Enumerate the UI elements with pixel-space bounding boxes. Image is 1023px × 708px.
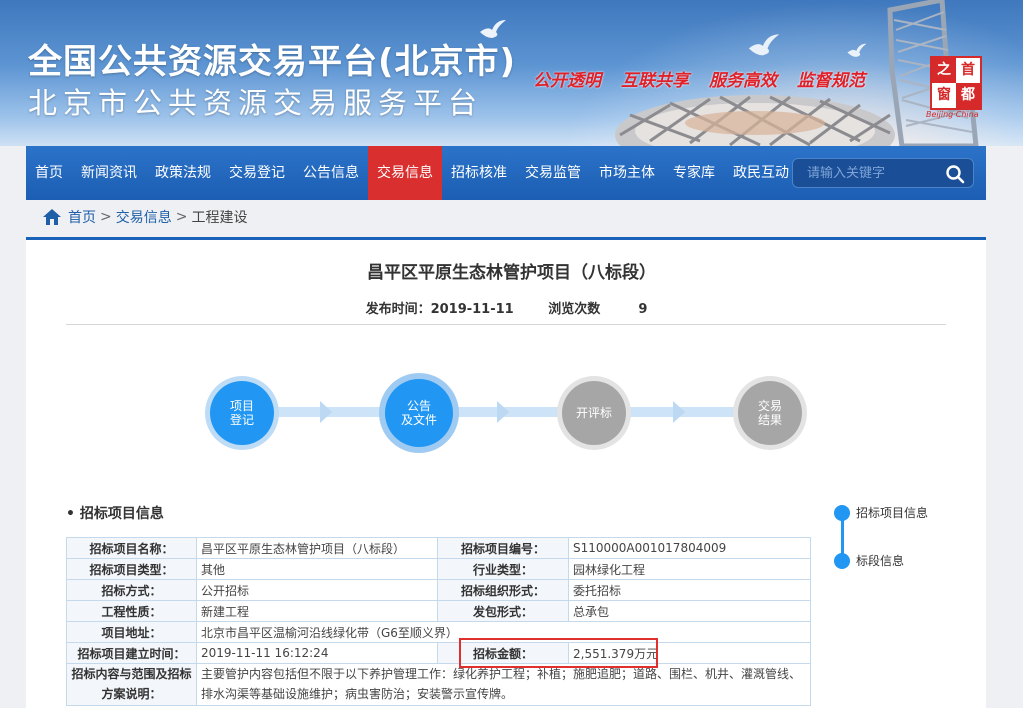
table-value: 其他	[196, 558, 438, 580]
table-label: 工程性质：	[66, 600, 197, 622]
project-info-table: 招标项目名称： 昌平区平原生态林管护项目（八标段） 招标项目编号： S11000…	[66, 537, 811, 706]
main-nav: 首页 新闻资讯 政策法规 交易登记 公告信息 交易信息 招标核准 交易监管 市场…	[26, 146, 986, 200]
table-row: 工程性质： 新建工程 发包形式： 总承包	[66, 600, 811, 622]
nav-item-policy[interactable]: 政策法规	[146, 146, 220, 200]
table-value: S110000A001017804009	[568, 537, 811, 559]
table-label: 行业类型：	[437, 558, 569, 580]
views-count: 9	[638, 302, 648, 317]
slogan: 互联共享	[621, 71, 689, 91]
nav-item-bid-approval[interactable]: 招标核准	[442, 146, 516, 200]
nav-item-experts[interactable]: 专家库	[664, 146, 724, 200]
seal-caption: Beijing·China	[926, 110, 979, 119]
amount-highlight-box	[459, 638, 658, 668]
breadcrumb-current: 工程建设	[191, 210, 248, 226]
table-row: 招标项目类型： 其他 行业类型： 园林绿化工程	[66, 558, 811, 580]
breadcrumb-trade-info[interactable]: 交易信息	[116, 207, 172, 227]
step-arrow-icon	[497, 401, 509, 423]
search-box	[792, 158, 974, 188]
table-row: 招标内容与范围及招标方案说明： 主要管护内容包括但不限于以下养护管理工作：绿化养…	[66, 663, 811, 706]
side-nav-label: 招标项目信息	[856, 506, 929, 520]
slogan: 公开透明	[533, 71, 601, 91]
side-nav-item-project-info[interactable]: 招标项目信息	[834, 504, 928, 521]
seal-char: 都	[956, 83, 980, 108]
breadcrumb-home[interactable]: 首页	[68, 207, 96, 227]
table-label: 招标组织形式：	[437, 579, 569, 601]
divider	[66, 324, 946, 325]
nav-item-supervision[interactable]: 交易监管	[516, 146, 590, 200]
slogans: 公开透明 互联共享 服务高效 监督规范	[533, 66, 865, 91]
slogan: 服务高效	[709, 71, 777, 91]
table-row: 招标方式： 公开招标 招标组织形式： 委托招标	[66, 579, 811, 601]
step-arrow-icon	[320, 401, 332, 423]
breadcrumb-separator: >	[100, 209, 112, 225]
dove-icon	[748, 34, 780, 56]
table-label: 招标项目类型：	[66, 558, 197, 580]
side-nav-dot-icon	[834, 504, 850, 521]
nav-item-announcements[interactable]: 公告信息	[294, 146, 368, 200]
table-value: 委托招标	[568, 579, 811, 601]
nav-item-trade-info[interactable]: 交易信息	[368, 146, 442, 200]
table-label: 招标项目名称：	[66, 537, 197, 559]
table-label: 发包形式：	[437, 600, 569, 622]
page-title: 昌平区平原生态林管护项目（八标段）	[367, 263, 656, 283]
step-trade-result[interactable]: 交易 结果	[738, 381, 802, 445]
home-icon[interactable]	[42, 208, 62, 226]
seal-char: 首	[961, 62, 975, 78]
table-value: 2019-11-11 16:12:24	[196, 642, 438, 664]
table-label: 招标方式：	[66, 579, 197, 601]
nav-item-market-entities[interactable]: 市场主体	[590, 146, 664, 200]
site-title: 全国公共资源交易平台(北京市)	[28, 42, 517, 82]
views-label: 浏览次数	[548, 302, 601, 317]
breadcrumb: 首页 > 交易信息 > 工程建设	[42, 206, 247, 228]
site-subtitle: 北京市公共资源交易服务平台	[28, 86, 484, 120]
side-nav-label: 标段信息	[856, 554, 905, 568]
nav-item-news[interactable]: 新闻资讯	[72, 146, 146, 200]
step-project-registration[interactable]: 项目 登记	[210, 381, 274, 445]
step-arrow-icon	[673, 401, 685, 423]
publish-time: 发布时间：2019-11-11	[365, 302, 514, 317]
table-label: 招标项目建立时间：	[66, 642, 197, 664]
capital-window-seal: 之 首 窗 都	[930, 56, 982, 110]
breadcrumb-separator: >	[175, 209, 188, 225]
table-value: 园林绿化工程	[568, 558, 811, 580]
nav-item-interaction[interactable]: 政民互动	[724, 146, 798, 200]
section-title: • 招标项目信息	[66, 506, 164, 522]
table-label: 招标内容与范围及招标方案说明：	[66, 663, 197, 706]
table-value: 总承包	[568, 600, 811, 622]
side-nav-dot-icon	[834, 552, 850, 569]
search-input[interactable]	[793, 165, 938, 181]
table-value: 公开招标	[196, 579, 438, 601]
dove-icon	[847, 43, 867, 57]
slogan: 监督规范	[797, 71, 865, 91]
table-row: 项目地址： 北京市昌平区温榆河沿线绿化带（G6至顺义界）	[66, 621, 811, 643]
header-banner: 全国公共资源交易平台(北京市) 北京市公共资源交易服务平台 公开透明 互联共享 …	[0, 0, 1023, 146]
table-row: 招标项目名称： 昌平区平原生态林管护项目（八标段） 招标项目编号： S11000…	[66, 537, 811, 559]
table-value: 昌平区平原生态林管护项目（八标段）	[196, 537, 438, 559]
nav-item-home[interactable]: 首页	[26, 146, 72, 200]
seal-char: 窗	[937, 87, 951, 103]
nav-item-registration[interactable]: 交易登记	[220, 146, 294, 200]
doc-meta: 发布时间：2019-11-11 浏览次数 9	[0, 298, 1023, 317]
table-row: 招标项目建立时间： 2019-11-11 16:12:24 招标金额： 2,55…	[66, 642, 811, 664]
table-label: 招标项目编号：	[437, 537, 569, 559]
step-bid-opening[interactable]: 开评标	[562, 381, 626, 445]
seal-char: 之	[932, 58, 956, 83]
table-value: 新建工程	[196, 600, 438, 622]
side-nav-item-section-info[interactable]: 标段信息	[834, 552, 904, 569]
table-label: 项目地址：	[66, 621, 197, 643]
search-icon[interactable]	[945, 164, 965, 184]
table-value: 主要管护内容包括但不限于以下养护管理工作：绿化养护工程；补植；施肥追肥；道路、围…	[196, 663, 811, 706]
step-announcement[interactable]: 公告 及文件	[385, 379, 453, 447]
